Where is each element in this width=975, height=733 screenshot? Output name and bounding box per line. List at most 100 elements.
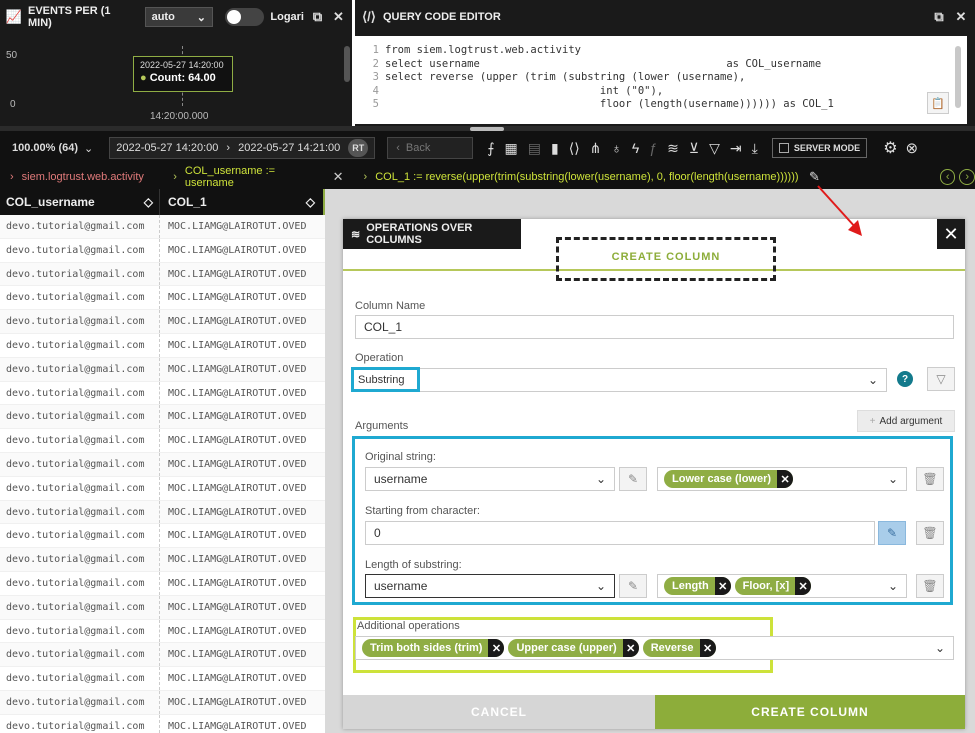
bolt-icon[interactable]: ϟ	[632, 140, 639, 157]
split-icon[interactable]: ⇥	[730, 140, 742, 157]
code-editor[interactable]: 1 from siem.logtrust.web.activity 2 select …	[355, 36, 967, 124]
table-row[interactable]: devo.tutorial@gmail.com MOC.LIAMG@LAIROTU…	[0, 714, 325, 733]
clipboard-icon[interactable]: 📋	[927, 92, 949, 114]
chevron-down-icon[interactable]: ⌄	[84, 142, 93, 155]
breadcrumb-source[interactable]: › siem.logtrust.web.activity	[0, 165, 163, 189]
columns-icon[interactable]: ▮	[551, 140, 559, 157]
filter-icon[interactable]: ▽	[927, 367, 955, 391]
table-row[interactable]: devo.tutorial@gmail.com MOC.LIAMG@LAIROTU…	[0, 429, 325, 453]
filter-icon[interactable]: ▽	[709, 140, 720, 157]
back-button[interactable]: ‹ Back	[387, 137, 474, 159]
table-row[interactable]: devo.tutorial@gmail.com MOC.LIAMG@LAIROTU…	[0, 548, 325, 572]
table-row[interactable]: devo.tutorial@gmail.com MOC.LIAMG@LAIROTU…	[0, 310, 325, 334]
code-line[interactable]: 5 floor (length(username)))))) as COL_1	[355, 98, 967, 112]
code-line[interactable]: 1 from siem.logtrust.web.activity	[355, 44, 967, 58]
cancel-button[interactable]: CANCEL	[343, 695, 655, 729]
additional-select[interactable]: Trim both sides (trim) ✕ Upper case (uppe…	[355, 636, 954, 660]
close-icon[interactable]: ✕	[953, 9, 969, 25]
edit-icon[interactable]: ✎	[878, 521, 906, 545]
table-row[interactable]: devo.tutorial@gmail.com MOC.LIAMG@LAIROTU…	[0, 262, 325, 287]
create-column-button[interactable]: CREATE COLUMN	[655, 695, 965, 729]
table-row[interactable]: devo.tutorial@gmail.com MOC.LIAMG@LAIROTU…	[0, 286, 325, 311]
close-icon[interactable]: ✕	[622, 639, 639, 657]
code-line[interactable]: 3 select reverse (upper (trim (substring …	[355, 71, 967, 85]
edit-icon[interactable]: ✎	[619, 467, 647, 491]
column-name-input[interactable]: COL_1	[355, 315, 954, 339]
function-icon[interactable]: ƒ	[649, 140, 657, 157]
maximize-icon[interactable]: ⧉	[310, 9, 325, 25]
trash-icon[interactable]: 🗑	[916, 467, 944, 491]
close-icon[interactable]: ✕	[331, 9, 346, 25]
filter-column-icon[interactable]: ⊻	[689, 140, 699, 157]
group-icon[interactable]: ▦	[505, 140, 518, 157]
date-to[interactable]: 2022-05-27 14:21:00	[238, 142, 340, 154]
rt-badge[interactable]: RT	[348, 139, 369, 157]
close-icon[interactable]: ✕	[937, 219, 965, 249]
operation-select[interactable]: ⌄	[355, 368, 887, 392]
close-circle-icon[interactable]: ⊗	[906, 139, 919, 157]
arg-original-ops[interactable]: Lower case (lower) ✕ ⌄	[657, 467, 907, 491]
table-row[interactable]: devo.tutorial@gmail.com MOC.LIAMG@LAIROTU…	[0, 619, 325, 644]
operation-value[interactable]: Substring	[351, 367, 420, 392]
scrollbar[interactable]	[344, 46, 350, 82]
table-row[interactable]: devo.tutorial@gmail.com MOC.LIAMG@LAIROTU…	[0, 690, 325, 715]
sort-icon[interactable]: ◇	[144, 195, 153, 209]
server-mode-toggle[interactable]: SERVER MODE	[771, 138, 868, 158]
code-scrollbar[interactable]	[955, 46, 961, 108]
table-row[interactable]: devo.tutorial@gmail.com MOC.LIAMG@LAIROTU…	[0, 500, 325, 525]
chevron-right-icon[interactable]: ›	[959, 169, 975, 185]
table-row[interactable]: devo.tutorial@gmail.com MOC.LIAMG@LAIROTU…	[0, 333, 325, 358]
table-row[interactable]: devo.tutorial@gmail.com MOC.LIAMG@LAIROTU…	[0, 381, 325, 406]
close-icon[interactable]: ✕	[795, 577, 812, 595]
log-toggle[interactable]	[224, 8, 265, 26]
table-row[interactable]: devo.tutorial@gmail.com MOC.LIAMG@LAIROTU…	[0, 571, 325, 596]
close-icon[interactable]: ✕	[488, 639, 505, 657]
tab-create-column[interactable]: CREATE COLUMN	[556, 251, 776, 263]
arg-original-select[interactable]: username ⌄	[365, 467, 615, 491]
aggregate-icon[interactable]: ⨍	[487, 140, 494, 157]
column-header[interactable]: COL_username ◇	[0, 189, 160, 215]
table-row[interactable]: devo.tutorial@gmail.com MOC.LIAMG@LAIROTU…	[0, 476, 325, 501]
arg-start-input[interactable]: 0	[365, 521, 875, 545]
arg-length-select[interactable]: username ⌄	[365, 574, 615, 598]
interval-select[interactable]: auto ⌄	[144, 7, 213, 27]
gear-icon[interactable]: ⚙	[883, 138, 897, 158]
table-row[interactable]: devo.tutorial@gmail.com MOC.LIAMG@LAIROTU…	[0, 215, 325, 239]
table-row[interactable]: devo.tutorial@gmail.com MOC.LIAMG@LAIROTU…	[0, 524, 325, 549]
breadcrumb-col-username[interactable]: › COL_username := username ✕	[163, 165, 353, 189]
code-line[interactable]: 2 select username as COL_username	[355, 58, 967, 72]
column-header[interactable]: COL_1 ◇	[160, 189, 325, 215]
trash-icon[interactable]: 🗑	[916, 521, 944, 545]
code-line[interactable]: 4 int ("0"),	[355, 85, 967, 99]
help-icon[interactable]: ?	[897, 371, 913, 387]
breadcrumb-col-1[interactable]: › COL_1 := reverse(upper(trim(substring(l…	[354, 165, 809, 189]
edit-icon[interactable]: ✎	[619, 574, 647, 598]
trash-icon[interactable]: 🗑	[916, 574, 944, 598]
sort-icon[interactable]: ◇	[306, 195, 315, 209]
add-argument-button[interactable]: + Add argument	[857, 410, 955, 432]
clipboard-icon[interactable]: ▤	[528, 140, 541, 157]
maximize-icon[interactable]: ⧉	[931, 9, 947, 25]
date-range[interactable]: 2022-05-27 14:20:00 › 2022-05-27 14:21:0…	[109, 137, 376, 159]
code-icon[interactable]: ⟨⟩	[569, 140, 580, 157]
table-row[interactable]: devo.tutorial@gmail.com MOC.LIAMG@LAIROTU…	[0, 357, 325, 382]
chevron-left-icon[interactable]: ‹	[939, 169, 956, 185]
table-row[interactable]: devo.tutorial@gmail.com MOC.LIAMG@LAIROTU…	[0, 238, 325, 263]
stack-icon[interactable]: ≋	[667, 140, 679, 157]
close-icon[interactable]: ✕	[333, 169, 344, 185]
table-row[interactable]: devo.tutorial@gmail.com MOC.LIAMG@LAIROTU…	[0, 595, 325, 620]
zoom-level[interactable]: 100.00% (64)	[0, 142, 84, 154]
arg-length-ops[interactable]: Length ✕ Floor, [x] ✕ ⌄	[657, 574, 907, 598]
tree-icon[interactable]: ⋔	[590, 140, 602, 157]
close-icon[interactable]: ✕	[699, 639, 716, 657]
close-icon[interactable]: ✕	[714, 577, 731, 595]
date-from[interactable]: 2022-05-27 14:20:00	[116, 142, 218, 154]
download-icon[interactable]: ⤓	[752, 140, 758, 157]
table-row[interactable]: devo.tutorial@gmail.com MOC.LIAMG@LAIROTU…	[0, 643, 325, 668]
table-row[interactable]: devo.tutorial@gmail.com MOC.LIAMG@LAIROTU…	[0, 452, 325, 477]
table-row[interactable]: devo.tutorial@gmail.com MOC.LIAMG@LAIROTU…	[0, 667, 325, 691]
close-icon[interactable]: ✕	[777, 470, 794, 488]
bulb-icon[interactable]: ♁	[611, 140, 622, 157]
table-row[interactable]: devo.tutorial@gmail.com MOC.LIAMG@LAIROTU…	[0, 405, 325, 430]
checkbox[interactable]	[778, 143, 789, 153]
